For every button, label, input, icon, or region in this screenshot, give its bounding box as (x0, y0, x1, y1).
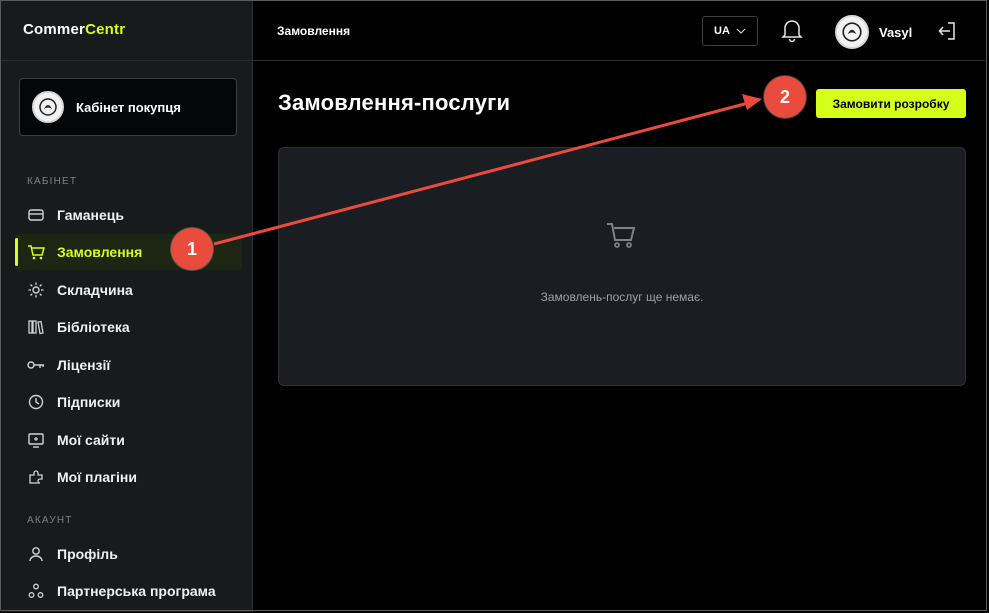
annotation-badge-2: 2 (764, 76, 806, 118)
annotation-arrowhead (742, 94, 762, 110)
annotation-arrow-overlay (213, 94, 762, 246)
annotation-arrow (213, 100, 753, 246)
annotation-badge-1: 1 (171, 228, 213, 270)
